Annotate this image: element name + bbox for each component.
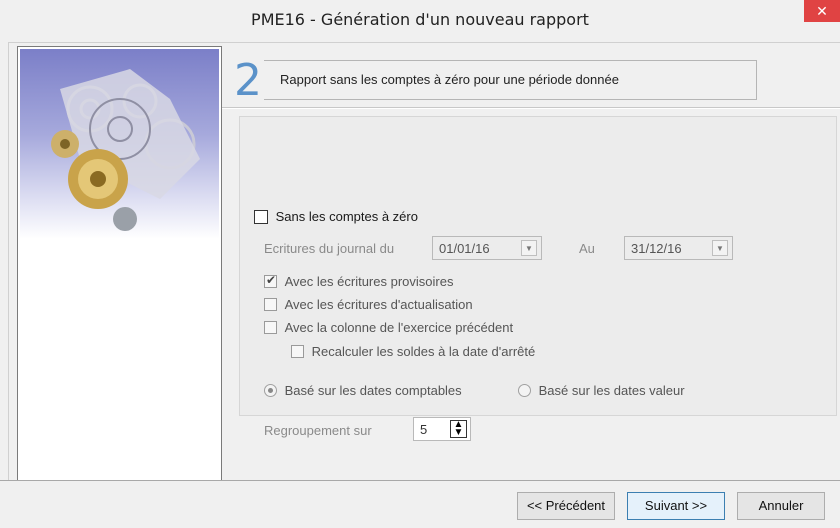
dialog-window: PME16 - Génération d'un nouveau rapport … [0, 0, 840, 528]
exercice-checkbox[interactable] [264, 321, 277, 335]
close-button[interactable]: ✕ [804, 0, 840, 22]
ecritures-label: Ecritures du journal du [264, 241, 395, 256]
radio-comptables[interactable] [264, 384, 277, 398]
actualisation-label: Avec les écritures d'actualisation [284, 297, 473, 313]
gears-illustration [20, 49, 219, 239]
date-to-value: 31/12/16 [631, 241, 682, 256]
checkmark-icon: ✔ [266, 273, 277, 288]
sans-zero-checkbox[interactable] [254, 209, 268, 224]
actualisation-option[interactable]: Avec les écritures d'actualisation [264, 296, 473, 312]
window-title: PME16 - Génération d'un nouveau rapport [251, 10, 589, 29]
radio-comptables-option[interactable]: Basé sur les dates comptables [264, 382, 462, 398]
sans-zero-label: Sans les comptes à zéro [275, 209, 418, 225]
exercice-label: Avec la colonne de l'exercice précédent [284, 320, 514, 336]
chevron-down-icon[interactable]: ▼ [712, 240, 728, 256]
gears-icon [51, 69, 200, 231]
recalculer-checkbox[interactable] [291, 345, 304, 359]
radio-selected-dot [268, 388, 273, 394]
step-description: Rapport sans les comptes à zéro pour une… [280, 72, 619, 87]
wizard-side-panel [17, 46, 222, 481]
sans-zero-option[interactable]: Sans les comptes à zéro [254, 208, 418, 224]
date-from-value: 01/01/16 [439, 241, 490, 256]
radio-valeur-label: Basé sur les dates valeur [538, 383, 685, 399]
provisoires-option[interactable]: ✔ Avec les écritures provisoires [264, 273, 453, 289]
header-divider-highlight [222, 108, 840, 109]
date-from-field[interactable]: 01/01/16 ▼ [432, 236, 542, 260]
actualisation-checkbox[interactable] [264, 298, 277, 312]
au-label: Au [579, 241, 595, 256]
previous-button[interactable]: << Précédent [517, 492, 615, 520]
button-bar: << Précédent Suivant >> Annuler [0, 480, 840, 528]
chevron-down-icon[interactable]: ▼ [521, 240, 537, 256]
next-button[interactable]: Suivant >> [627, 492, 725, 520]
radio-comptables-label: Basé sur les dates comptables [284, 383, 462, 399]
provisoires-label: Avec les écritures provisoires [284, 274, 454, 290]
title-bar: PME16 - Génération d'un nouveau rapport … [0, 0, 840, 43]
radio-valeur[interactable] [518, 384, 531, 398]
regroupement-spinner[interactable]: 5 ▲ ▼ [413, 417, 471, 441]
close-icon: ✕ [816, 3, 828, 19]
recalculer-label: Recalculer les soldes à la date d'arrêté [311, 344, 536, 360]
date-to-field[interactable]: 31/12/16 ▼ [624, 236, 733, 260]
step-number: 2 [234, 53, 264, 109]
provisoires-checkbox[interactable]: ✔ [264, 273, 277, 289]
regroupement-label: Regroupement sur [264, 423, 372, 438]
exercice-option[interactable]: Avec la colonne de l'exercice précédent [264, 319, 513, 335]
recalculer-option[interactable]: Recalculer les soldes à la date d'arrêté [291, 343, 535, 359]
step-header: 2 Rapport sans les comptes à zéro pour u… [234, 53, 757, 109]
wizard-content: 2 Rapport sans les comptes à zéro pour u… [222, 46, 840, 479]
cancel-button[interactable]: Annuler [737, 492, 825, 520]
radio-valeur-option[interactable]: Basé sur les dates valeur [518, 382, 685, 398]
options-group: Sans les comptes à zéro Ecritures du jou… [239, 116, 837, 441]
left-frame-edge [0, 42, 9, 480]
up-down-arrows-icon[interactable]: ▲ ▼ [450, 420, 467, 438]
regroupement-value: 5 [420, 422, 428, 437]
